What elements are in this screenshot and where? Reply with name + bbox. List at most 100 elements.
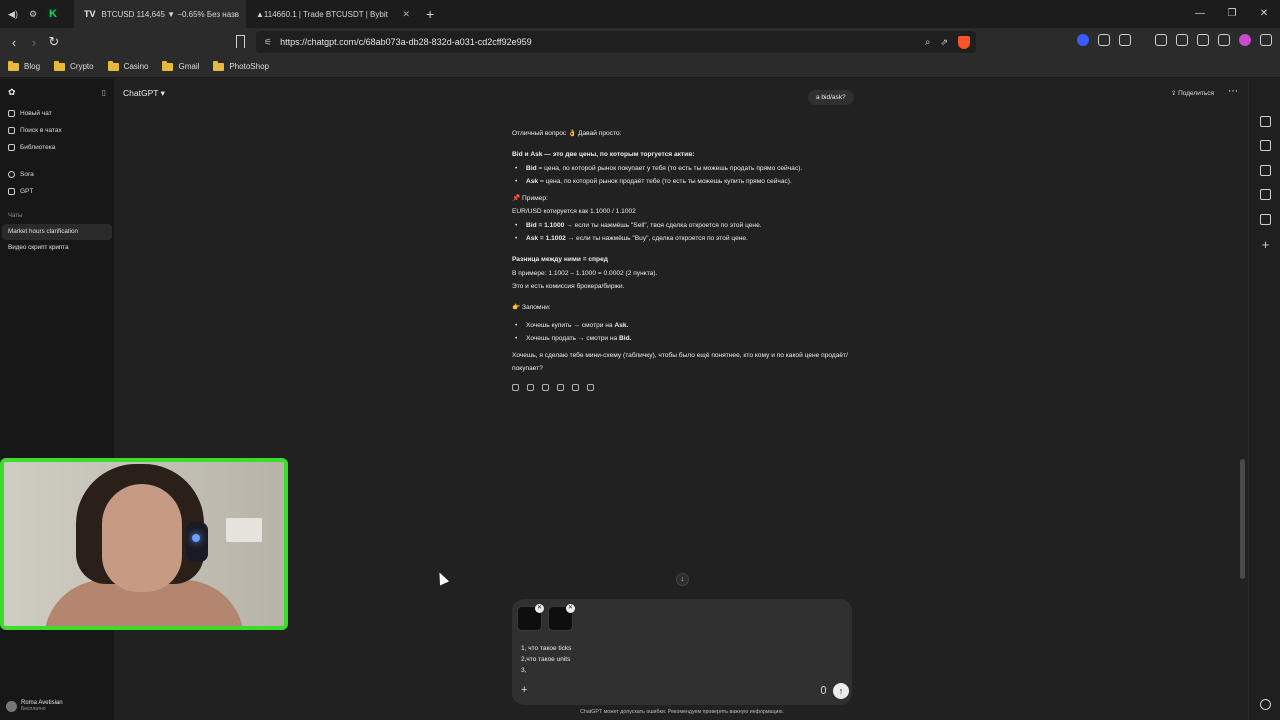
add-attachment-button[interactable]: + [521,684,527,696]
bookmark-label: Gmail [178,62,200,71]
thumbs-down-icon[interactable] [542,383,549,391]
disclaimer-text: ChatGPT может допускать ошибки. Рекоменд… [580,709,784,715]
tab-tradingview[interactable]: TV BTCUSD 114,645 ▼ −0.65% Без назв [74,0,246,28]
music-icon[interactable] [1155,34,1167,46]
sidebar-item-gpt[interactable]: GPT [0,183,114,200]
term: Bid [526,164,537,172]
share-page-icon[interactable]: ⇗ [940,37,948,48]
headset-light [192,534,200,542]
example-label: 📌 Пример: [512,195,548,203]
bookmark-icon[interactable] [236,35,245,48]
remove-attachment-icon[interactable]: ✕ [535,604,544,613]
read-aloud-icon[interactable] [557,383,564,391]
definition: → если ты нажмёшь "Sell", твоя сделка от… [564,221,762,229]
more-options-button[interactable]: ⋯ [1228,86,1238,97]
wallet-icon[interactable] [1197,34,1209,46]
back-button[interactable]: ‹ [4,35,24,50]
menu-icon[interactable] [1260,34,1272,46]
sidebar-item-label: Библиотека [20,144,56,151]
chat-item[interactable]: Видео скрипт крипта [2,240,112,256]
remember-label: 👉 Запомни: [512,304,551,312]
reload-button[interactable]: ↻ [44,34,64,50]
reading-list-icon[interactable] [1260,214,1271,225]
list-item: Bid = 1.1000 → если ты нажмёшь "Sell", т… [512,219,852,233]
extension-icon[interactable] [1077,34,1089,46]
composer-text[interactable]: 1, что такое ticks 2,что такое units 3, [521,643,571,676]
minimize-button[interactable]: — [1184,0,1216,28]
share-icon[interactable] [572,383,579,391]
maximize-button[interactable]: ❐ [1216,0,1248,28]
attachment-thumbnail[interactable]: ✕ [548,604,575,631]
regenerate-icon[interactable] [587,383,594,391]
bookmark-label: Casino [123,62,149,71]
openai-logo-icon[interactable]: ✿ [8,87,16,98]
vpn-icon[interactable] [1218,34,1230,46]
speaker-icon[interactable]: ◀) [6,7,20,21]
chatgpt-tab-icon[interactable]: ⚙ [26,7,40,21]
remove-attachment-icon[interactable]: ✕ [566,604,575,613]
composer-line: 3, [521,667,527,674]
new-tab-button[interactable]: + [418,6,442,22]
close-window-button[interactable]: ✕ [1248,0,1280,28]
brave-shields-icon[interactable] [958,35,970,49]
bookmark-gmail[interactable]: Gmail [162,60,200,71]
screenshot-icon[interactable] [1119,34,1131,46]
kick-icon[interactable]: K [46,7,60,21]
address-bar[interactable]: ⚟ https://chatgpt.com/c/68ab073a-db28-83… [256,31,976,53]
puzzle-icon[interactable] [1098,34,1110,46]
bookmark-crypto[interactable]: Crypto [54,60,94,71]
wallet-icon[interactable] [1260,140,1271,151]
list-item: Ask = 1.1002 → если ты нажмёшь "Buy", сд… [512,232,852,246]
bookmark-photoshop[interactable]: PhotoShop [213,60,269,71]
thumbs-up-icon[interactable] [527,383,534,391]
tabs-icon[interactable] [1260,165,1271,176]
scroll-down-button[interactable]: ↓ [676,573,689,586]
folder-icon [8,60,19,71]
folder-icon [162,60,174,71]
definitions-list: Bid = цена, по которой рынок покупает у … [512,162,852,189]
chat-item[interactable]: Market hours clarification [2,224,112,240]
sidebar-item-search[interactable]: Поиск в чатах [0,122,114,139]
list-item: Хочешь купить → смотри на Ask. [512,319,852,333]
bookmark-blog[interactable]: Blog [8,60,40,71]
sidebar-item-label: Новый чат [20,110,52,117]
sidebar-item-library[interactable]: Библиотека [0,139,114,156]
close-sidebar-icon[interactable]: ▯ [102,88,106,97]
list-text: Хочешь продать → смотри на [526,334,620,342]
user-profile[interactable]: Roma Avetisian Бесплатно [6,700,63,712]
add-panel-icon[interactable]: + [1260,238,1271,251]
assistant-message: Отличный вопрос 👌 Давай просто: Bid и As… [512,127,852,391]
settings-icon[interactable] [1260,699,1271,710]
leo-icon[interactable] [1260,116,1271,127]
answer-intro: Отличный вопрос 👌 Давай просто: [512,130,622,137]
sidebar-toggle-icon[interactable] [1176,34,1188,46]
sidebar-item-new-chat[interactable]: Новый чат [0,105,114,122]
term: Ask [526,177,539,185]
message-composer[interactable]: ✕ ✕ 1, что такое ticks 2,что такое units… [512,599,852,705]
spread-line: Это и есть комиссия брокера/биржи. [512,282,625,290]
leo-ai-icon[interactable] [1239,34,1251,46]
model-selector[interactable]: ChatGPT ▾ [123,88,165,99]
new-chat-icon [8,110,15,117]
url-text[interactable]: https://chatgpt.com/c/68ab073a-db28-832d… [280,37,532,47]
tab-bybit[interactable]: ▲114660.1 | Trade BTCUSDT | Bybit ✕ [246,0,418,28]
search-icon[interactable]: ⌕ [925,37,931,48]
sidebar-item-sora[interactable]: Sora [0,166,114,183]
bookmark-label: PhotoShop [229,62,269,71]
microphone-icon[interactable] [821,686,826,694]
user-message: a bid/ask? [808,90,854,105]
close-tab-icon[interactable]: ✕ [402,9,410,20]
copy-icon[interactable] [512,383,519,391]
attachment-thumbnail[interactable]: ✕ [517,604,544,631]
share-button[interactable]: ⇪ Поделиться [1171,89,1214,97]
site-settings-icon[interactable]: ⚟ [264,37,272,48]
heading-text: Разница между ними = спред [512,256,608,264]
scrollbar[interactable] [1240,459,1245,579]
bookmarks-icon[interactable] [1260,189,1271,200]
send-button[interactable]: ↑ [833,683,849,699]
forward-button[interactable]: › [24,35,44,50]
term: Bid = 1.1000 [526,221,565,229]
bookmark-casino[interactable]: Casino [107,60,149,71]
